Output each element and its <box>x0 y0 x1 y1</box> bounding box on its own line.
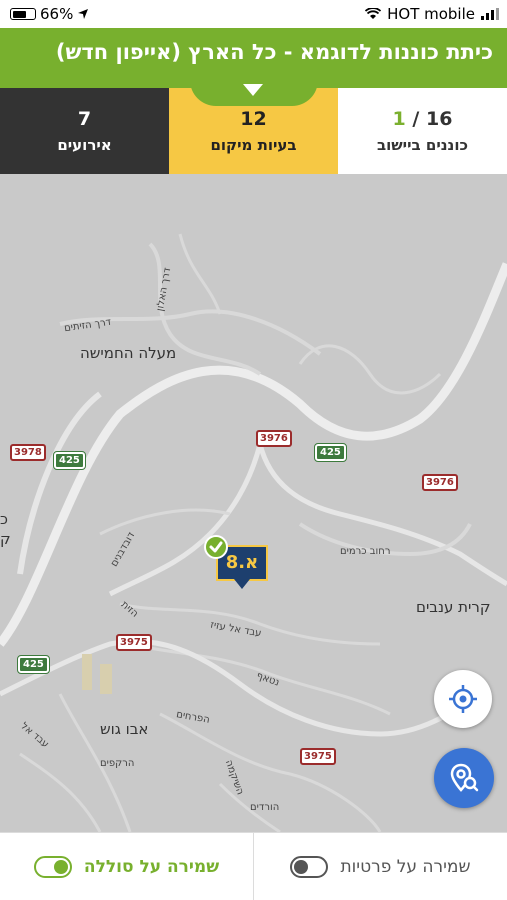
privacy-guard-toggle[interactable] <box>290 855 329 878</box>
location-issues-count: 12 <box>240 108 267 130</box>
stat-residents[interactable]: 1 / 16 כוננים ביישוב <box>338 88 507 174</box>
street-rehov-kramim: רחוב כרמים <box>340 546 391 557</box>
map-place-abu-ghosh: אבו גוש <box>100 720 149 738</box>
map-place-edge-1: כ <box>0 510 8 528</box>
events-count: 7 <box>77 108 92 130</box>
privacy-guard-label: שמירה על פרטיות <box>340 856 471 877</box>
map-roads <box>0 233 507 832</box>
road-shield-3975-b: 3975 <box>300 748 336 765</box>
road-shield-425-c: 425 <box>17 655 50 674</box>
my-location-button[interactable] <box>434 670 492 728</box>
crosshair-icon <box>449 685 477 713</box>
events-label: אירועים <box>57 136 112 154</box>
footer-bar: שמירה על סוללה שמירה על פרטיות <box>0 832 507 900</box>
street-vardim: הורדים <box>250 802 280 813</box>
app-header: כיתת כוננות לדוגמא - כל הארץ (אייפון חדש… <box>0 28 507 88</box>
check-icon <box>204 535 228 559</box>
location-arrow-icon <box>78 9 89 19</box>
status-bar: 66% HOT mobile <box>0 0 507 28</box>
page-title: כיתת כוננות לדוגמא - כל הארץ (אייפון חדש… <box>55 40 493 64</box>
battery-percent: 66% <box>40 5 74 23</box>
footer-battery-guard[interactable]: שמירה על סוללה <box>0 833 253 900</box>
chevron-down-icon[interactable] <box>243 84 263 96</box>
toggle-knob <box>53 859 68 874</box>
search-location-button[interactable] <box>434 748 494 808</box>
residents-count: 1 / 16 <box>393 108 453 130</box>
status-left: 66% <box>10 5 89 23</box>
status-right: HOT mobile <box>365 5 499 23</box>
toggle-knob <box>294 859 309 874</box>
marker-pointer <box>234 579 250 589</box>
road-shield-3976-b: 3976 <box>422 474 458 491</box>
map-place-edge-2: ק <box>0 530 11 548</box>
footer-privacy-guard[interactable]: שמירה על פרטיות <box>254 833 507 900</box>
road-shield-3976-a: 3976 <box>256 430 292 447</box>
battery-guard-toggle[interactable] <box>33 855 72 878</box>
residents-separator: / <box>412 108 420 130</box>
signal-icon <box>481 8 499 20</box>
carrier-name: HOT mobile <box>387 5 475 23</box>
residents-total: 16 <box>425 108 453 130</box>
map-view[interactable]: מעלה החמישה קרית ענבים אבו גוש כ ק דרך ה… <box>0 174 507 832</box>
road-shield-425-b: 425 <box>314 443 347 462</box>
street-harkafim: הרקפים <box>100 758 135 769</box>
road-shield-3975-a: 3975 <box>116 634 152 651</box>
location-issues-label: בעיות מיקום <box>210 136 297 154</box>
battery-guard-label: שמירה על סוללה <box>83 856 220 877</box>
stat-events[interactable]: 7 אירועים <box>0 88 169 174</box>
road-shield-425-a: 425 <box>53 451 86 470</box>
residents-label: כוננים ביישוב <box>377 136 468 154</box>
location-search-icon <box>450 763 479 792</box>
battery-icon <box>10 8 36 20</box>
map-place-maale-hahamisha: מעלה החמישה <box>80 344 177 362</box>
road-shield-3978: 3978 <box>10 444 46 461</box>
wifi-icon <box>365 8 382 19</box>
residents-active: 1 <box>392 108 406 130</box>
map-place-kiryat-anavim: קרית ענבים <box>416 598 491 616</box>
